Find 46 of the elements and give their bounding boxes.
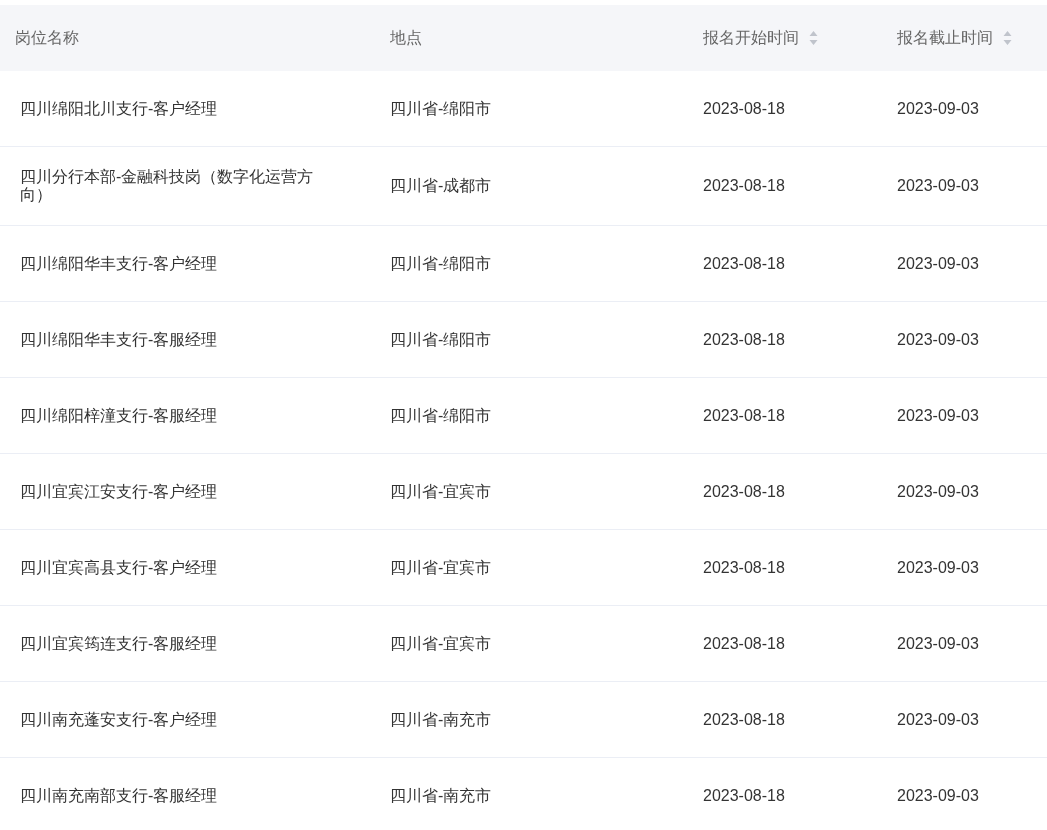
table-cell: 四川南充蓬安支行-客户经理 <box>20 710 218 729</box>
table-cell: 四川绵阳华丰支行-客户经理 <box>20 254 218 273</box>
table-cell: 2023-08-18 <box>703 99 785 118</box>
table-cell: 四川省-宜宾市 <box>390 634 492 653</box>
table-cell: 四川南充南部支行-客服经理 <box>20 786 218 805</box>
table-cell: 四川省-绵阳市 <box>390 406 492 425</box>
table-cell: 四川省-绵阳市 <box>390 254 492 273</box>
table-cell: 2023-08-18 <box>703 710 785 729</box>
table-cell: 四川省-成都市 <box>390 177 492 195</box>
table-cell: 四川绵阳梓潼支行-客服经理 <box>20 406 218 425</box>
table-cell: 四川宜宾筠连支行-客服经理 <box>20 634 218 653</box>
table-cell: 2023-08-18 <box>703 177 785 195</box>
table-cell: 四川绵阳北川支行-客户经理 <box>20 99 218 118</box>
table-cell: 2023-09-03 <box>897 558 979 577</box>
table-cell-text: 四川分行本部-金融科技岗（数字化运营方向） <box>20 168 315 204</box>
table-cell: 2023-08-18 <box>703 786 785 805</box>
table-cell: 2023-09-03 <box>897 330 979 349</box>
table-cell: 2023-08-18 <box>703 330 785 349</box>
table-cell: 2023-09-03 <box>897 634 979 653</box>
table-cell: 2023-09-03 <box>897 99 979 118</box>
table-cell: 四川绵阳华丰支行-客服经理 <box>20 330 218 349</box>
column-header: 地点 <box>390 27 422 48</box>
table-cell: 四川省-宜宾市 <box>390 558 492 577</box>
sort-icon[interactable] <box>1003 30 1012 46</box>
table-cell: 2023-09-03 <box>897 482 979 501</box>
table-cell: 四川省-绵阳市 <box>390 99 492 118</box>
table-cell: 四川省-宜宾市 <box>390 482 492 501</box>
table-cell: 四川省-南充市 <box>390 786 492 805</box>
sort-icon[interactable] <box>809 30 818 46</box>
table-cell: 四川省-绵阳市 <box>390 330 492 349</box>
table-cell: 2023-08-18 <box>703 482 785 501</box>
column-header[interactable]: 报名开始时间 <box>703 27 799 49</box>
table-cell: 2023-08-18 <box>703 634 785 653</box>
column-header[interactable]: 报名截止时间 <box>897 27 993 49</box>
table-cell: 2023-09-03 <box>897 254 979 273</box>
table-cell: 四川省-南充市 <box>390 710 492 729</box>
table-cell: 四川宜宾江安支行-客户经理 <box>20 482 218 501</box>
table-cell: 2023-08-18 <box>703 254 785 273</box>
table-cell: 2023-09-03 <box>897 786 979 805</box>
table-cell: 2023-08-18 <box>703 406 785 425</box>
table-cell: 2023-09-03 <box>897 177 979 195</box>
table-cell: 2023-08-18 <box>703 558 785 577</box>
table-cell: 四川宜宾高县支行-客户经理 <box>20 558 218 577</box>
table-cell: 2023-09-03 <box>897 406 979 425</box>
table-cell: 2023-09-03 <box>897 710 979 729</box>
column-header: 岗位名称 <box>15 27 79 48</box>
